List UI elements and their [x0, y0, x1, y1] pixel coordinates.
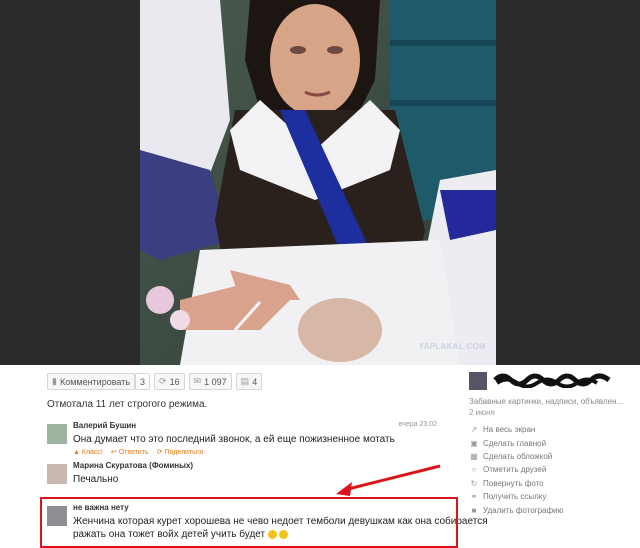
comment-author[interactable]: Марина Скуратова (Фоминых): [73, 461, 193, 470]
menu-label: Повернуть фото: [483, 478, 544, 488]
share-button[interactable]: ⟳ Поделиться: [156, 448, 204, 457]
image-icon: ▣: [470, 438, 478, 448]
link-icon: ⚭: [470, 492, 478, 502]
main-photo[interactable]: YAPLAKAL.COM: [140, 0, 496, 365]
menu-label: Отметить друзей: [483, 465, 547, 475]
rotate-icon: ↻: [470, 478, 478, 488]
cover-icon: ▦: [470, 451, 478, 461]
like-count: 1 097: [204, 376, 227, 387]
menu-fullscreen[interactable]: ↗ На весь экран: [469, 423, 564, 436]
share-label: Поделиться: [164, 448, 204, 456]
menu-make-cover[interactable]: ▦ Сделать обложкой: [469, 450, 564, 463]
menu-delete[interactable]: ■ Удалить фотографию: [469, 503, 564, 516]
comment-count: 3: [135, 373, 151, 390]
tag-icon: ○: [471, 465, 477, 475]
menu-rotate[interactable]: ↻ Повернуть фото: [469, 477, 564, 490]
like-button[interactable]: ✉ 1 097: [188, 373, 232, 390]
photo-caption: Отмотала 11 лет строгого режима.: [47, 399, 208, 410]
avatar[interactable]: [47, 424, 67, 444]
class-icon: ▲: [73, 448, 82, 456]
menu-label: На весь экран: [483, 425, 536, 435]
menu-get-link[interactable]: ⚭ Получить ссылку: [469, 490, 564, 503]
photo-date: 2 июня: [469, 408, 495, 417]
avatar[interactable]: [47, 464, 67, 484]
menu-label: Удалить фотографию: [483, 505, 564, 515]
comment-actions: ▲ Класс! ↩ Ответить ⟳ Поделиться: [73, 448, 204, 457]
class-label: Класс!: [81, 448, 103, 456]
reshare-count: 16: [169, 376, 180, 387]
photo-illustration: [140, 0, 496, 365]
photo-viewer: YAPLAKAL.COM: [0, 0, 640, 365]
photo-actions-bar: ▮ Комментировать 3 ⟳ 16 ✉ 1 097 ▤ 4: [47, 373, 266, 390]
comment-icon: ▮: [52, 376, 57, 386]
class-button[interactable]: ▲ Класс!: [73, 448, 103, 456]
fullscreen-icon: ↗: [470, 425, 478, 435]
menu-label: Получить ссылку: [483, 492, 547, 502]
sidebar-menu: ↗ На весь экран ▣ Сделать главной ▦ Сделать…: [469, 423, 564, 517]
highlight-box: [40, 497, 458, 548]
reply-label: Ответить: [118, 448, 149, 456]
owner-avatar[interactable]: [469, 372, 487, 390]
stats-icon: ▤: [240, 376, 250, 386]
reply-button[interactable]: ↩ Ответить: [110, 448, 149, 457]
reply-icon: ↩: [110, 449, 119, 456]
menu-tag-friends[interactable]: ○ Отметить друзей: [469, 463, 564, 476]
trash-icon: ■: [471, 505, 477, 515]
album-name[interactable]: Забавные картинки, надписи, объявлен...: [469, 397, 639, 406]
comment-text: Она думает что это последний звонок, а е…: [73, 434, 395, 445]
owner-name-scribble-icon: [493, 373, 611, 388]
comment-button-label: Комментировать: [59, 376, 131, 387]
menu-label: Сделать обложкой: [483, 451, 553, 461]
reshare-icon: ⟳: [159, 376, 167, 386]
comment-time: вчера 23:02: [398, 421, 437, 428]
stats-button[interactable]: ▤ 4: [235, 373, 263, 390]
menu-make-main[interactable]: ▣ Сделать главной: [469, 436, 564, 449]
stats-count: 4: [252, 376, 258, 387]
comment-button[interactable]: ▮ Комментировать: [47, 373, 136, 390]
reshare-button[interactable]: ⟳ 16: [154, 373, 185, 390]
photo-watermark: YAPLAKAL.COM: [418, 342, 486, 351]
comment-author[interactable]: Валерий Бушин: [73, 421, 136, 430]
red-arrow-icon: [336, 464, 441, 496]
like-icon: ✉: [193, 376, 202, 386]
share-icon: ⟳: [156, 449, 165, 456]
comment-item: Валерий Бушин вчера 23:02 Она думает что…: [47, 421, 447, 461]
menu-label: Сделать главной: [483, 438, 547, 448]
